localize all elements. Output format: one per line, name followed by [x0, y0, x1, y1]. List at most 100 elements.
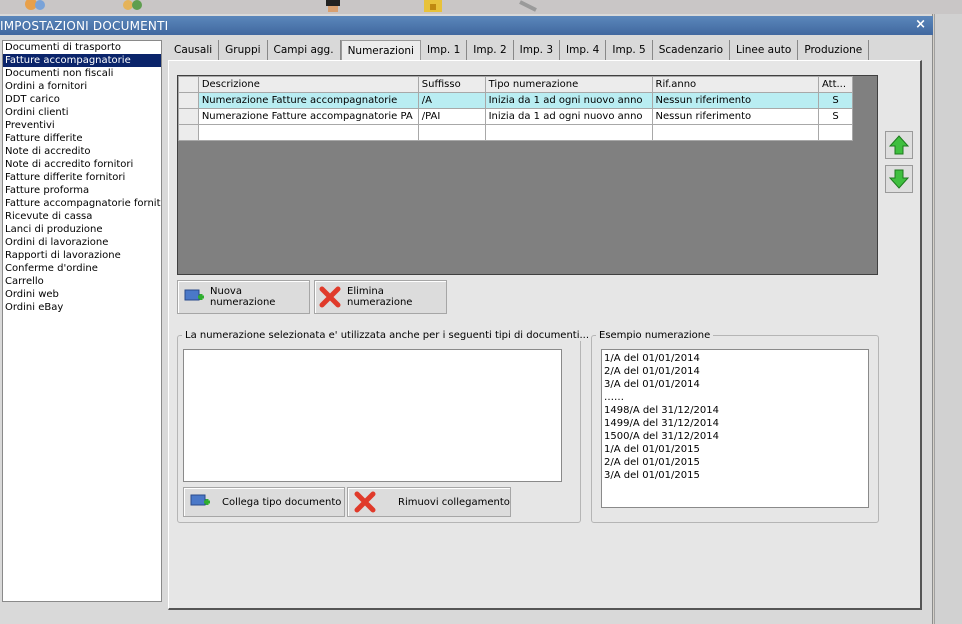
example-line: 1500/A del 31/12/2014	[604, 431, 719, 442]
delete-numbering-button[interactable]: Elimina numerazione	[314, 280, 447, 314]
row-indicator[interactable]	[178, 92, 199, 109]
add-screen-icon	[190, 494, 210, 506]
cell-rif-anno[interactable]: Nessun riferimento	[651, 108, 819, 125]
close-icon[interactable]: ×	[915, 17, 926, 32]
window-edge	[934, 14, 962, 624]
list-item[interactable]: Note di accredito	[3, 145, 161, 158]
numbering-grid[interactable]: Descrizione Suffisso Tipo numerazione Ri…	[177, 75, 878, 275]
cell-empty[interactable]	[651, 124, 819, 141]
list-item[interactable]: Rapporti di lavorazione	[3, 249, 161, 262]
tab-imp-2[interactable]: Imp. 2	[467, 40, 514, 60]
tools-icon[interactable]	[516, 0, 542, 14]
tab-bar: Causali Gruppi Campi agg. Numerazioni Imp. 1…	[168, 40, 870, 61]
window-title: IMPOSTAZIONI DOCUMENTI	[0, 19, 169, 33]
tab-campi-agg[interactable]: Campi agg.	[268, 40, 341, 60]
table-row[interactable]: Numerazione Fatture accompagnatorie /A I…	[178, 92, 854, 109]
example-label: Esempio numerazione	[596, 330, 714, 341]
linked-doc-types-label: La numerazione selezionata e' utilizzata…	[182, 330, 593, 341]
list-item[interactable]: Ordini a fornitori	[3, 80, 161, 93]
cell-descrizione[interactable]: Numerazione Fatture accompagnatorie PA	[197, 108, 419, 125]
document-type-list[interactable]: Documenti di trasporto Fatture accompagna…	[2, 40, 162, 602]
tab-scadenzario[interactable]: Scadenzario	[653, 40, 730, 60]
list-item[interactable]: Lanci di produzione	[3, 223, 161, 236]
add-screen-icon	[184, 289, 204, 301]
cell-descrizione[interactable]: Numerazione Fatture accompagnatorie	[197, 92, 419, 109]
list-item[interactable]: DDT carico	[3, 93, 161, 106]
list-item[interactable]: Ordini di lavorazione	[3, 236, 161, 249]
example-line: 2/A del 01/01/2014	[604, 366, 700, 377]
delete-x-icon	[354, 491, 376, 513]
cell-empty[interactable]	[484, 124, 653, 141]
tab-causali[interactable]: Causali	[168, 40, 220, 60]
list-item[interactable]: Conferme d'ordine	[3, 262, 161, 275]
cell-rif-anno[interactable]: Nessun riferimento	[651, 92, 819, 109]
column-header[interactable]: Tipo numerazione	[484, 76, 653, 93]
example-line: 1/A del 01/01/2015	[604, 444, 700, 455]
example-line: 1499/A del 31/12/2014	[604, 418, 719, 429]
list-item[interactable]: Fatture accompagnatorie fornito	[3, 197, 161, 210]
list-item[interactable]: Documenti di trasporto	[3, 41, 161, 54]
example-line: 1/A del 01/01/2014	[604, 353, 700, 364]
list-item[interactable]: Ordini eBay	[3, 301, 161, 314]
tab-produzione[interactable]: Produzione	[798, 40, 870, 60]
list-item[interactable]: Preventivi	[3, 119, 161, 132]
cell-tipo-numerazione[interactable]: Inizia da 1 ad ogni nuovo anno	[484, 92, 653, 109]
linked-doc-types-list[interactable]	[183, 349, 562, 482]
list-item[interactable]: Note di accredito fornitori	[3, 158, 161, 171]
list-item[interactable]: Fatture differite fornitori	[3, 171, 161, 184]
move-down-button[interactable]	[885, 165, 913, 193]
cell-suffisso[interactable]: /A	[417, 92, 486, 109]
column-header[interactable]: Att...	[817, 76, 854, 93]
list-item[interactable]: Ricevute di cassa	[3, 210, 161, 223]
cell-empty[interactable]	[417, 124, 486, 141]
row-indicator[interactable]	[178, 108, 199, 125]
list-item[interactable]: Ordini web	[3, 288, 161, 301]
arrow-down-icon	[889, 169, 909, 189]
agent-icon[interactable]	[320, 0, 346, 14]
list-item[interactable]: Fatture differite	[3, 132, 161, 145]
list-item[interactable]: Ordini clienti	[3, 106, 161, 119]
delete-numbering-label: Elimina numerazione	[347, 286, 413, 308]
example-line: 1498/A del 31/12/2014	[604, 405, 719, 416]
link-doc-type-label: Collega tipo documento	[222, 496, 342, 508]
link-doc-type-button[interactable]: Collega tipo documento	[183, 487, 345, 517]
example-line: 3/A del 01/01/2015	[604, 470, 700, 481]
new-numbering-button[interactable]: Nuova numerazione	[177, 280, 310, 314]
cell-empty[interactable]	[817, 124, 854, 141]
column-header[interactable]: Descrizione	[197, 76, 419, 93]
tab-gruppi[interactable]: Gruppi	[219, 40, 268, 60]
row-indicator-header	[178, 76, 199, 93]
move-up-button[interactable]	[885, 131, 913, 159]
cell-attivo[interactable]: S	[817, 108, 854, 125]
remove-link-label: Rimuovi collegamento	[398, 496, 510, 508]
new-numbering-label: Nuova numerazione	[210, 286, 276, 308]
column-header[interactable]: Suffisso	[417, 76, 486, 93]
user-group-icon[interactable]	[120, 0, 146, 14]
arrow-up-icon	[889, 135, 909, 155]
example-numbering-box: 1/A del 01/01/2014 2/A del 01/01/2014 3/A …	[601, 349, 869, 508]
list-item[interactable]: Carrello	[3, 275, 161, 288]
tab-linee-auto[interactable]: Linee auto	[730, 40, 799, 60]
table-row-empty[interactable]	[178, 124, 854, 141]
list-item[interactable]: Fatture accompagnatorie	[3, 54, 161, 67]
remove-link-button[interactable]: Rimuovi collegamento	[347, 487, 511, 517]
cell-empty[interactable]	[197, 124, 419, 141]
tab-imp-5[interactable]: Imp. 5	[606, 40, 653, 60]
app-toolbar	[0, 0, 962, 14]
cell-suffisso[interactable]: /PAI	[417, 108, 486, 125]
example-line: ……	[604, 392, 624, 403]
tab-imp-4[interactable]: Imp. 4	[560, 40, 607, 60]
cell-tipo-numerazione[interactable]: Inizia da 1 ad ogni nuovo anno	[484, 108, 653, 125]
list-item[interactable]: Fatture proforma	[3, 184, 161, 197]
row-indicator[interactable]	[178, 124, 199, 141]
cell-attivo[interactable]: S	[817, 92, 854, 109]
list-item[interactable]: Documenti non fiscali	[3, 67, 161, 80]
example-line: 3/A del 01/01/2014	[604, 379, 700, 390]
column-header[interactable]: Rif.anno	[651, 76, 819, 93]
table-row[interactable]: Numerazione Fatture accompagnatorie PA /…	[178, 108, 854, 125]
tab-imp-3[interactable]: Imp. 3	[514, 40, 561, 60]
tab-numerazioni[interactable]: Numerazioni	[340, 40, 421, 61]
folder-lock-icon[interactable]	[420, 0, 446, 14]
tab-imp-1[interactable]: Imp. 1	[421, 40, 468, 60]
users-icon[interactable]	[22, 0, 48, 14]
